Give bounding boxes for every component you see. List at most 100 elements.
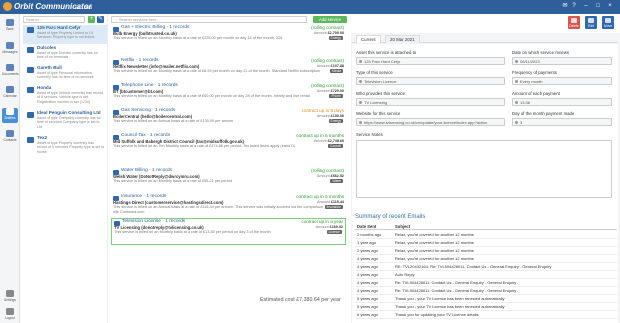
day-label: Day of the month payment made	[512, 111, 575, 116]
service-tag: Licence	[326, 230, 342, 234]
type-value: Television Licence	[364, 79, 397, 84]
tab-history[interactable]: 20 Mar 2021	[385, 35, 420, 43]
email-row[interactable]: 2 years ago Relax, you're covered for ano…	[355, 247, 617, 255]
service-tag: Water	[330, 179, 343, 183]
website-value: https://www.tvlicensing.co.uk/cs/update/…	[364, 120, 488, 125]
nav-label: Messages	[2, 50, 18, 54]
provider-label: Who provides this service	[356, 91, 405, 96]
nav-documents[interactable]: Documents	[2, 64, 19, 79]
asset-item[interactable]: Honda Asset of type Vehicle currently has…	[23, 85, 107, 109]
service-item[interactable]: Television License · 1 records contract u…	[111, 218, 346, 245]
email-row[interactable]: 6 years ago Thank you for updating your T…	[355, 311, 617, 319]
maximize-icon[interactable]: □	[595, 3, 601, 10]
repeat-icon	[515, 80, 518, 83]
minimize-icon[interactable]: –	[583, 3, 589, 10]
amount-label: Amount	[317, 200, 330, 204]
add-asset-button[interactable]: +	[88, 16, 95, 23]
add-service-button[interactable]: Add service	[313, 16, 347, 23]
asset-item[interactable]: Ideal Penguin Consulting Ltd Asset of typ…	[23, 110, 107, 134]
email-date: 4 years ago	[357, 256, 378, 261]
asset-select[interactable]: 125 Parc Hard Cefyr	[356, 57, 505, 65]
service-amount: Amount £107.88	[317, 64, 344, 69]
amount-value: £107.88	[330, 64, 344, 68]
provider-select[interactable]: TV Licensing	[356, 98, 505, 106]
house-icon	[27, 137, 34, 143]
nav-entities[interactable]: Entities	[2, 108, 18, 123]
chat-icon[interactable]: ✉	[562, 3, 568, 10]
edit-asset-button[interactable]: ✎	[97, 16, 104, 23]
detail-tabs: Current 20 Mar 2021	[352, 34, 618, 43]
notes-field[interactable]	[356, 140, 612, 198]
documents-icon	[6, 64, 14, 71]
type-label: Type of this service	[356, 70, 393, 75]
asset-item[interactable]: Gareth Bull Asset of type Personal inform…	[23, 65, 107, 84]
email-row[interactable]: 4 years ago RE: TVL20432164, Re: TVL50442…	[355, 263, 617, 271]
edit-button[interactable]: Edit	[585, 16, 597, 29]
service-search-input[interactable]: Search services here...	[111, 16, 307, 23]
email-row[interactable]: 2 months ago Relax, you're covered for an…	[355, 231, 617, 239]
asset-item[interactable]: Tex2 Asset of type Property currently has…	[23, 135, 107, 157]
service-item[interactable]: Insurance · 1 records contract up in 5 mo…	[111, 194, 346, 218]
service-name: Television License · 1 records	[122, 219, 186, 224]
asset-item[interactable]: 125 Parc Hard Cefyr Asset of type Propert…	[23, 25, 107, 44]
email-date: 6 years ago	[357, 312, 378, 317]
asset-search-input[interactable]: Search...	[23, 16, 85, 23]
service-status: (rolling contract)	[311, 83, 344, 88]
email-row[interactable]: 4 years ago Re: TVL504428011, Contact Us …	[355, 287, 617, 295]
service-name: Gas Servicing · 1 records	[121, 108, 176, 113]
email-date: 4 years ago	[357, 280, 378, 285]
email-row[interactable]: 1 year ago Relax, you're covered for anot…	[355, 239, 617, 247]
service-item[interactable]: Gas Servicing · 1 records contract up in …	[111, 108, 346, 132]
nav-back[interactable]: Back	[2, 19, 18, 34]
email-subject: Thank you for updating your TV Licence d…	[395, 312, 479, 317]
amount-field[interactable]: 13.36	[512, 98, 612, 106]
asset-desc: Asset of type Company currently has no t…	[37, 115, 101, 129]
email-subject: Auto Reply	[395, 272, 415, 277]
email-row[interactable]: 5 years ago Thank you - your TV Licence h…	[355, 295, 617, 303]
tab-current[interactable]: Current	[356, 35, 381, 43]
nav-contacts[interactable]: Contacts	[2, 130, 18, 145]
move-button[interactable]: Move	[602, 16, 614, 29]
email-subject: Relax, you're covered for another 12 mon…	[395, 256, 474, 261]
service-item[interactable]: Water Billing · 1 records (rolling contra…	[111, 168, 346, 192]
help-icon[interactable]: ?	[571, 3, 577, 10]
amount-label: Amount	[316, 114, 330, 118]
service-item[interactable]: Council Tax · 1 records contract up in 5 …	[111, 133, 346, 167]
website-field[interactable]: https://www.tvlicensing.co.uk/cs/update/…	[356, 118, 505, 126]
nav-calendar[interactable]: Calendar	[2, 86, 18, 101]
type-select[interactable]: Television Licence	[356, 77, 505, 85]
service-tag: Media	[330, 69, 343, 73]
nav-label: Contacts	[3, 138, 17, 142]
service-name: Gas + Electric Billing · 1 records	[121, 25, 190, 30]
delete-button[interactable]: Delete	[568, 16, 580, 29]
company-icon	[27, 112, 34, 118]
frequency-label: Frequency of payments	[512, 70, 557, 75]
emails-title: Summary of recent Emails	[355, 214, 426, 220]
services-panel: Search services here... Add service Gas …	[110, 14, 347, 323]
renews-label: Date on which service renews	[512, 50, 570, 55]
renews-date-field[interactable]: 06/11/2023	[512, 57, 612, 65]
service-status: contract up in a year	[301, 219, 343, 224]
property-icon	[27, 27, 34, 33]
service-desc: This service is billed on an Annual basi…	[113, 119, 234, 123]
service-item[interactable]: Gas + Electric Billing · 1 records (rolli…	[111, 25, 346, 57]
close-icon[interactable]: ×	[607, 3, 613, 10]
email-row[interactable]: 5 years ago Thank you - your TV Licence h…	[355, 303, 617, 311]
email-row[interactable]: 4 years ago Relax, you're covered for ano…	[355, 255, 617, 263]
service-item[interactable]: Telephone Line · 1 records (rolling contr…	[111, 83, 346, 107]
contacts-icon	[6, 130, 14, 137]
nav-logout[interactable]: Logout	[2, 308, 18, 323]
email-row[interactable]: 4 years ago Re: TVL504428011, Contact Us …	[355, 279, 617, 287]
day-field[interactable]: 3	[512, 118, 612, 126]
back-icon	[6, 19, 14, 26]
service-amount: Amount £160.32	[316, 225, 343, 230]
calendar-icon	[6, 86, 14, 93]
asset-item[interactable]: Dulcoles Asset of type Domain currently h…	[23, 45, 107, 64]
service-item[interactable]: Netflix · 1 records (rolling contract) Net…	[111, 58, 346, 82]
nav-settings[interactable]: Settings	[2, 290, 18, 305]
nav-label: Calendar	[3, 94, 17, 98]
email-row[interactable]: 4 years ago Auto Reply	[355, 271, 617, 279]
nav-messages[interactable]: Messages	[2, 42, 18, 57]
frequency-select[interactable]: Every month	[512, 77, 612, 85]
email-date: 4 years ago	[357, 272, 378, 277]
